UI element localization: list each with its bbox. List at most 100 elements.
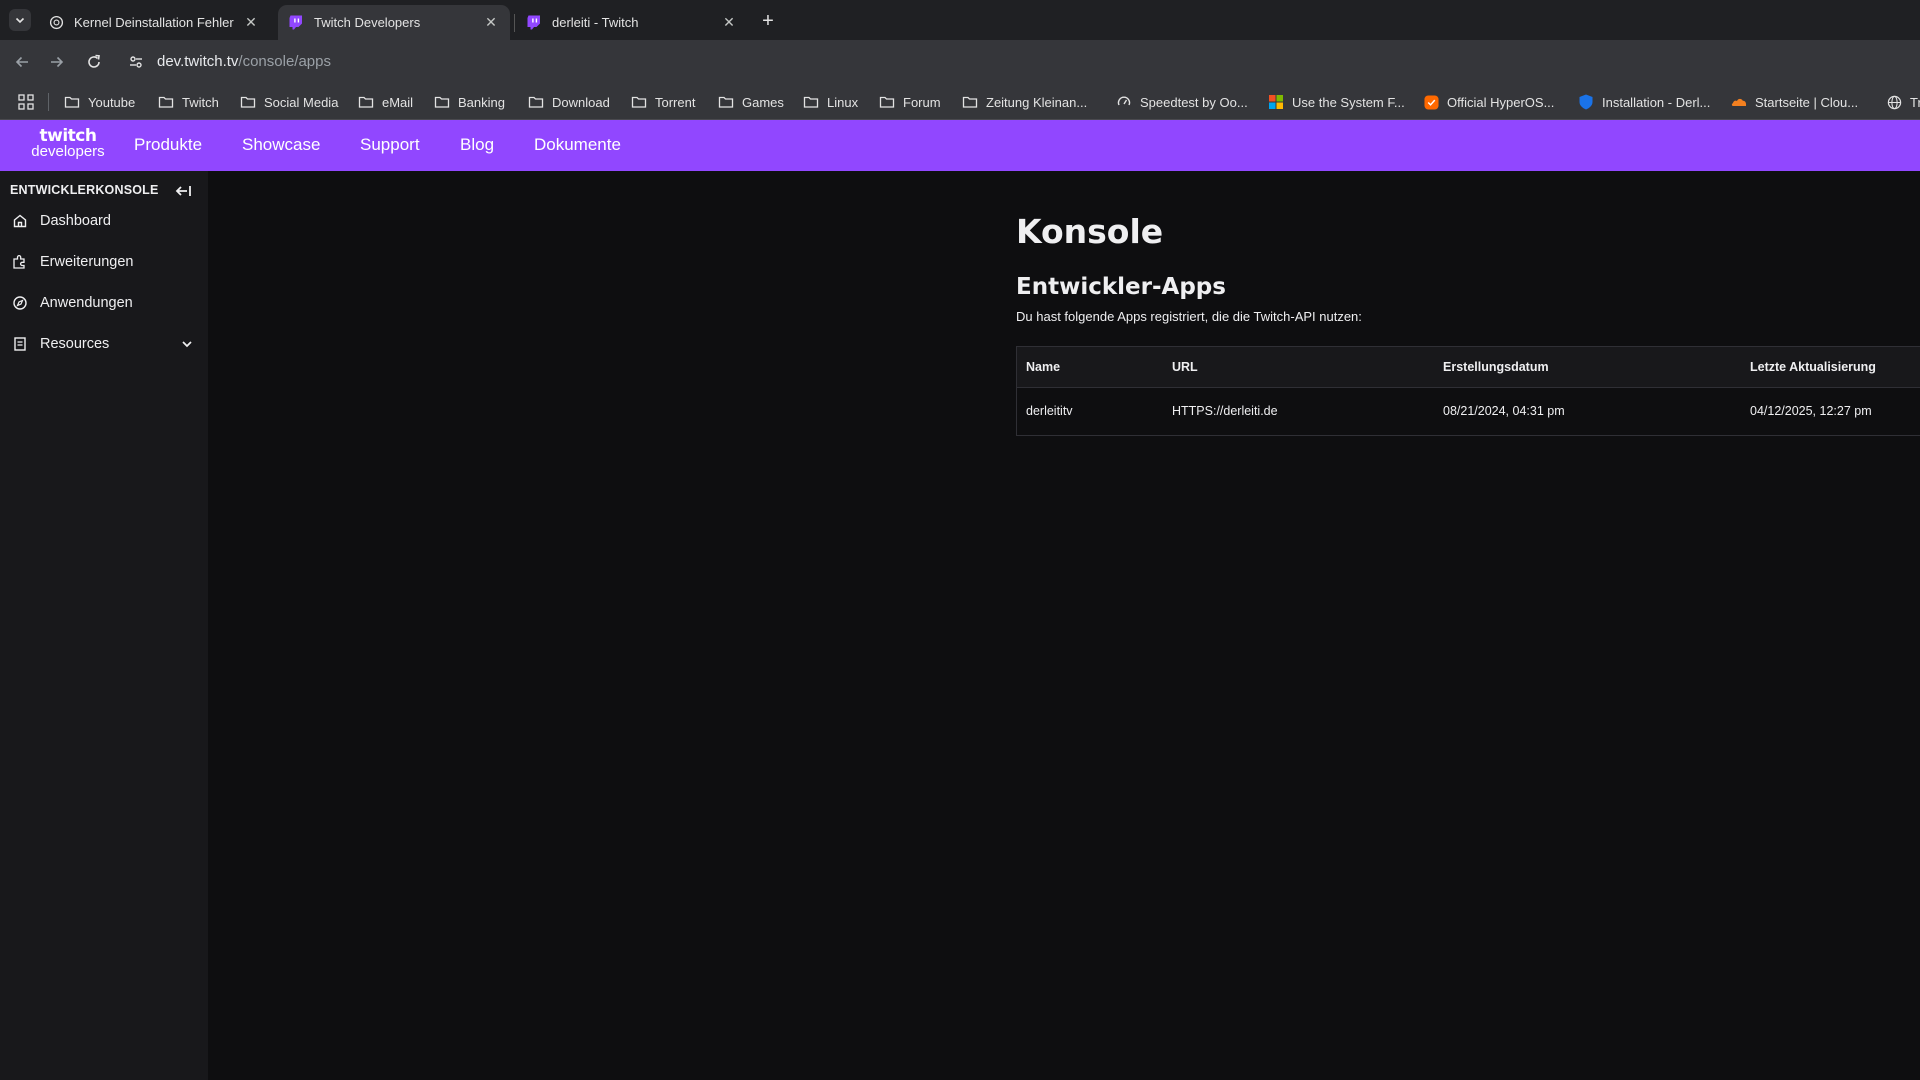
bookmark-item[interactable]: Official HyperOS... [1423,90,1554,114]
apps-grid-icon[interactable] [17,93,35,111]
cloudflare-icon [1731,94,1747,110]
console-sidebar: ENTWICKLERKONSOLE Dashboard Erweiterunge… [0,171,208,1080]
forward-button[interactable] [45,50,69,74]
compass-icon [12,295,28,311]
extensions-icon [12,254,28,270]
reload-icon [88,54,100,68]
sidebar-item-erweiterungen[interactable]: Erweiterungen [0,242,208,282]
bookmark-item[interactable]: Banking [434,90,505,114]
bookmark-item[interactable]: Installation - Derl... [1578,90,1710,114]
bookmark-item[interactable]: Twitch [158,90,219,114]
tab-divider [514,14,515,32]
tune-icon [130,56,142,68]
sidebar-item-label: Erweiterungen [40,254,134,270]
tab-twitch-developers[interactable]: Twitch Developers ✕ [278,5,510,40]
collapse-left-icon [175,186,191,196]
sidebar-item-dashboard[interactable]: Dashboard [0,201,208,241]
logo-subtitle: developers [31,143,105,160]
main-content: Konsole Entwickler-Apps Du hast folgende… [208,171,1920,1080]
chevron-down-icon [15,17,25,24]
app-name-cell[interactable]: derleititv [1026,404,1073,418]
tab-title: derleiti - Twitch [552,15,639,30]
bookmark-label: Banking [458,94,505,110]
folder-icon [434,94,450,110]
table-header: Name URL Erstellungsdatum Letzte Aktuali… [1017,347,1920,388]
bookmark-item[interactable]: Linux [803,90,858,114]
hyperos-icon [1423,94,1439,110]
tab-kernel-deinstallation[interactable]: Kernel Deinstallation Fehler ✕ [38,5,270,40]
bookmark-item[interactable]: Tr [1886,90,1920,114]
bookmark-item[interactable]: Speedtest by Oo... [1116,90,1248,114]
bookmarks-divider [48,93,49,111]
app-url-cell: HTTPS://derleiti.de [1172,404,1278,418]
folder-icon [718,94,734,110]
bookmark-item[interactable]: Zeitung Kleinan... [962,90,1087,114]
folder-icon [528,94,544,110]
twitch-icon [288,15,304,31]
document-icon [12,336,28,352]
back-button[interactable] [10,50,34,74]
column-header-created[interactable]: Erstellungsdatum [1443,360,1549,374]
bookmark-item[interactable]: eMail [358,90,413,114]
bookmark-label: Installation - Derl... [1602,94,1711,110]
bookmark-label: Forum [903,94,941,110]
close-icon[interactable]: ✕ [482,14,500,32]
sidebar-item-label: Anwendungen [40,295,133,311]
bookmark-label: Tr [1910,94,1920,110]
bookmark-label: eMail [382,94,414,110]
tab-search-button[interactable] [9,9,31,31]
close-icon[interactable]: ✕ [242,14,260,32]
tab-title: Kernel Deinstallation Fehler [74,15,234,30]
close-icon[interactable]: ✕ [720,14,738,32]
nav-support[interactable]: Support [360,135,420,155]
bookmark-item[interactable]: Startseite | Clou... [1731,90,1858,114]
tab-derleiti-twitch[interactable]: derleiti - Twitch ✕ [516,5,748,40]
tab-title: Twitch Developers [314,15,421,30]
nav-dokumente[interactable]: Dokumente [534,135,621,155]
app-created-cell: 08/21/2024, 04:31 pm [1443,404,1565,418]
folder-icon [962,94,978,110]
twitch-dev-header: twitch developers Produkte Showcase Supp… [0,120,1920,171]
bookmark-label: Official HyperOS... [1447,94,1555,110]
folder-icon [64,94,80,110]
site-info-button[interactable] [126,52,146,72]
folder-icon [631,94,647,110]
shield-icon [1578,94,1594,110]
arrow-left-icon [15,56,28,68]
column-header-url[interactable]: URL [1172,360,1198,374]
bookmark-label: Zeitung Kleinan... [986,94,1088,110]
section-description: Du hast folgende Apps registriert, die d… [1016,309,1362,324]
twitch-developers-logo[interactable]: twitch developers [28,128,108,164]
bookmark-item[interactable]: Forum [879,90,941,114]
bookmark-item[interactable]: Games [718,90,784,114]
new-tab-button[interactable]: + [757,10,779,32]
twitch-icon [526,15,542,31]
nav-showcase[interactable]: Showcase [242,135,320,155]
bookmark-item[interactable]: Download [528,90,610,114]
bookmark-item[interactable]: Social Media [240,90,338,114]
folder-icon [803,94,819,110]
nav-blog[interactable]: Blog [460,135,494,155]
sidebar-title: ENTWICKLERKONSOLE [10,183,159,197]
bookmark-label: Speedtest by Oo... [1140,94,1248,110]
bookmark-label: Games [742,94,784,110]
sidebar-item-anwendungen[interactable]: Anwendungen [0,283,208,323]
column-header-name[interactable]: Name [1026,360,1060,374]
bookmark-item[interactable]: Youtube [64,90,135,114]
sidebar-item-resources[interactable]: Resources [0,324,208,364]
speedtest-icon [1116,94,1132,110]
nav-produkte[interactable]: Produkte [134,135,202,155]
apps-table: Name URL Erstellungsdatum Letzte Aktuali… [1016,346,1920,436]
bookmark-item[interactable]: Torrent [631,90,695,114]
column-header-updated[interactable]: Letzte Aktualisierung [1750,360,1876,374]
bookmark-label: Twitch [182,94,219,110]
bookmark-item[interactable]: Use the System F... [1268,90,1405,114]
folder-icon [158,94,174,110]
url-host: dev.twitch.tv [157,53,239,70]
chevron-down-icon[interactable] [180,337,194,351]
address-bar[interactable]: dev.twitch.tv/console/apps [157,53,331,70]
collapse-sidebar-button[interactable] [174,182,192,200]
bookmark-label: Youtube [88,94,136,110]
url-path: /console/apps [238,53,331,70]
reload-button[interactable] [82,50,106,74]
